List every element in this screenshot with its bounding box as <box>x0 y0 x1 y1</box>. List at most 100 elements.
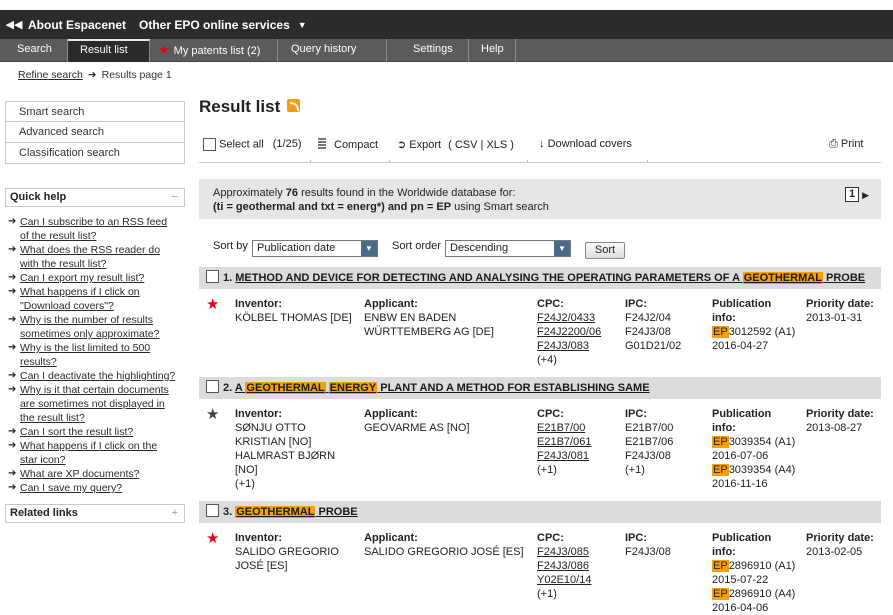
quick-help-link[interactable]: What happens if I click on the star icon? <box>20 440 157 466</box>
result-checkbox[interactable] <box>206 270 219 283</box>
quick-help-link[interactable]: Can I sort the result list? <box>20 426 133 438</box>
quick-help-item[interactable]: ➔ Can I export my result list? <box>8 271 178 285</box>
cpc-value[interactable]: E21B7/00 <box>537 421 591 435</box>
publication-label: info: <box>712 546 736 558</box>
page-number[interactable]: 1 <box>845 187 859 202</box>
star-icon[interactable]: ★ <box>206 295 219 313</box>
ipc-label: IPC: <box>625 408 647 420</box>
cpc: CPC: F24J3/085 F24J3/086 Y02E10/14 (+1) <box>537 531 591 601</box>
result-title-link[interactable]: A GEOTHERMAL ENERGY PLANT AND A METHOD F… <box>235 382 650 394</box>
quick-help-item[interactable]: ➔ Can I deactivate the highlighting? <box>8 369 178 383</box>
quick-help-item[interactable]: ➔ Can I save my query? <box>8 481 178 495</box>
quick-help-item[interactable]: ➔ Why is it that certain documents are som… <box>8 383 178 425</box>
cpc-value[interactable]: F24J2/0433 <box>537 311 601 325</box>
chevron-down-icon: ▼ <box>361 241 377 256</box>
sort-button[interactable]: Sort <box>585 242 625 259</box>
quick-help-link[interactable]: Can I save my query? <box>20 482 122 494</box>
tab-my-patents-list[interactable]: ★ My patents list (2) <box>150 39 278 62</box>
ipc-value: E21B7/06 <box>625 436 674 448</box>
smart-search-link[interactable]: Smart search <box>5 101 185 122</box>
tab-result-list[interactable]: Result list <box>68 39 150 62</box>
sort-by-select[interactable]: Publication date ▼ <box>252 240 378 257</box>
quick-help-link[interactable]: What are XP documents? <box>20 468 139 480</box>
cpc-value[interactable]: E21B7/061 <box>537 435 591 449</box>
chevron-down-icon[interactable]: ▼ <box>298 20 307 30</box>
arrow-right-icon: ➔ <box>8 482 17 493</box>
about-espacenet-link[interactable]: About Espacenet <box>28 18 126 32</box>
collapse-icon[interactable]: − <box>172 189 178 206</box>
quick-help-link[interactable]: Can I deactivate the highlighting? <box>20 370 175 382</box>
publication-id[interactable]: 3039354 (A1) <box>729 436 796 448</box>
related-links-title: Related links <box>10 507 78 519</box>
refine-search-link[interactable]: Refine search <box>18 69 83 81</box>
quick-help-link[interactable]: Can I export my result list? <box>20 272 144 284</box>
advanced-search-link[interactable]: Advanced search <box>5 122 185 143</box>
quick-help-link[interactable]: What does the RSS reader do with the resu… <box>20 244 160 270</box>
publication-number[interactable]: EP3039354 (A1) <box>712 435 795 449</box>
cpc-value[interactable]: F24J3/083 <box>537 339 601 353</box>
result-checkbox[interactable] <box>206 504 219 517</box>
quick-help-link[interactable]: Can I subscribe to an RSS feed of the res… <box>20 216 167 242</box>
quick-help-link[interactable]: Why is the list limited to 500 results? <box>20 342 150 368</box>
publication-id[interactable]: 3012592 (A1) <box>729 326 796 338</box>
cpc-more[interactable]: (+1) <box>537 587 591 601</box>
cpc-value[interactable]: F24J3/085 <box>537 545 591 559</box>
quick-help-item[interactable]: ➔ What happens if I click on "Download cov… <box>8 285 178 313</box>
priority-label: Priority date: <box>806 532 874 544</box>
cpc-label: CPC: <box>537 408 564 420</box>
publication-number[interactable]: EP2896910 (A4) <box>712 587 795 601</box>
publication-id[interactable]: 2896910 (A4) <box>729 588 796 600</box>
cpc-value[interactable]: Y02E10/14 <box>537 573 591 587</box>
cpc-value[interactable]: F24J3/086 <box>537 559 591 573</box>
quick-help-item[interactable]: ➔ Why is the number of results sometimes o… <box>8 313 178 341</box>
related-links-header[interactable]: Related links + <box>5 504 185 523</box>
quick-help-item[interactable]: ➔ Can I subscribe to an RSS feed of the re… <box>8 215 178 243</box>
quick-help-link[interactable]: Why is it that certain documents are some… <box>20 384 169 424</box>
quick-help-item[interactable]: ➔ What does the RSS reader do with the res… <box>8 243 178 271</box>
publication-number[interactable]: EP3012592 (A1) <box>712 325 795 339</box>
publication-id[interactable]: 3039354 (A4) <box>729 464 796 476</box>
tab-search[interactable]: Search <box>5 39 68 62</box>
result-title-link[interactable]: GEOTHERMAL PROBE <box>235 506 358 518</box>
cpc-value[interactable]: F24J3/081 <box>537 449 591 463</box>
compact-button[interactable]: Compact <box>318 138 378 151</box>
result-title-link[interactable]: METHOD AND DEVICE FOR DETECTING AND ANAL… <box>235 272 865 284</box>
cpc-more[interactable]: (+1) <box>537 463 591 477</box>
chevron-down-icon: ▼ <box>554 241 570 256</box>
select-all-checkbox[interactable] <box>203 138 216 151</box>
sort-order-select[interactable]: Descending ▼ <box>445 240 571 257</box>
quick-help-item[interactable]: ➔ Why is the list limited to 500 results? <box>8 341 178 369</box>
star-icon[interactable]: ★ <box>206 405 219 423</box>
publication-id[interactable]: 2896910 (A1) <box>729 560 796 572</box>
rss-icon[interactable] <box>287 99 300 112</box>
star-icon[interactable]: ★ <box>206 529 219 547</box>
tab-help[interactable]: Help <box>469 39 516 62</box>
quick-help-item[interactable]: ➔ What happens if I click on the star icon… <box>8 439 178 467</box>
export-control[interactable]: ➲ Export ( CSV | XLS ) <box>397 138 514 151</box>
download-covers-button[interactable]: ↓ Download covers <box>539 138 632 150</box>
expand-icon[interactable]: + <box>172 505 178 522</box>
next-page-icon[interactable]: ▶ <box>862 188 869 202</box>
classification-search-link[interactable]: Classification search <box>5 143 185 164</box>
quick-help-link[interactable]: What happens if I click on "Download cove… <box>20 286 140 312</box>
select-all-control[interactable]: Select all (1/25) <box>203 138 302 151</box>
cpc-more[interactable]: (+4) <box>537 353 601 367</box>
publication-number[interactable]: EP2896910 (A1) <box>712 559 795 573</box>
quick-help-item[interactable]: ➔ What are XP documents? <box>8 467 178 481</box>
cpc-value[interactable]: F24J2200/06 <box>537 325 601 339</box>
other-epo-services-link[interactable]: Other EPO online services <box>139 18 290 32</box>
collapse-icon[interactable]: ◀◀ <box>0 18 28 31</box>
tab-settings[interactable]: Settings <box>401 39 469 62</box>
publication-label: info: <box>712 422 736 434</box>
result-number: 2. <box>223 382 235 394</box>
quick-help-item[interactable]: ➔ Can I sort the result list? <box>8 425 178 439</box>
tab-query-history[interactable]: Query history <box>279 39 387 62</box>
quick-help-link[interactable]: Why is the number of results sometimes on… <box>20 314 159 340</box>
quick-help-header[interactable]: Quick help − <box>5 188 185 207</box>
result-checkbox[interactable] <box>206 380 219 393</box>
ipc-more[interactable]: (+1) <box>625 463 673 477</box>
print-button[interactable]: ⎙ Print <box>829 138 864 151</box>
export-formats[interactable]: ( CSV | XLS ) <box>448 139 514 151</box>
publication-number[interactable]: EP3039354 (A4) <box>712 463 795 477</box>
export-label[interactable]: Export <box>409 139 441 151</box>
